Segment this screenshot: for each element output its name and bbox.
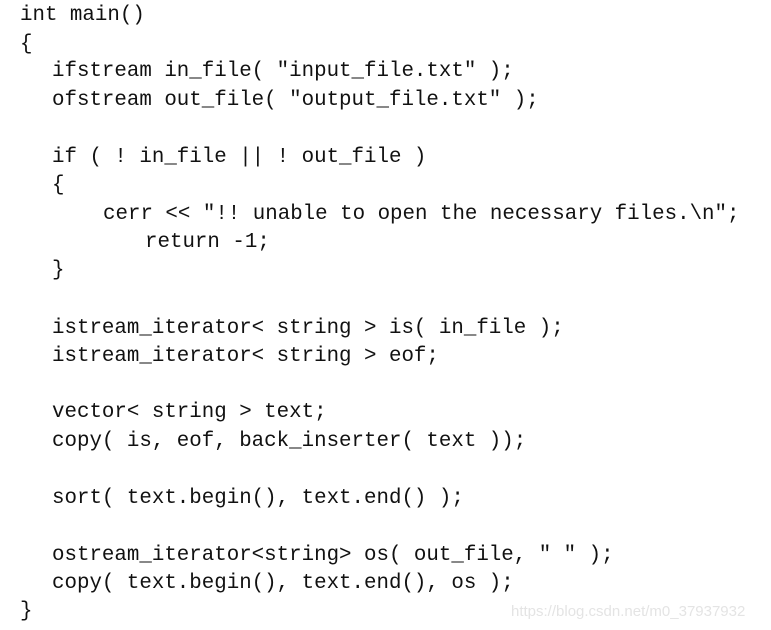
code-line: cerr << "!! unable to open the necessary… (103, 203, 740, 226)
code-line: ostream_iterator<string> os( out_file, "… (52, 544, 614, 567)
watermark: https://blog.csdn.net/m0_37937932 (511, 603, 746, 620)
code-line: if ( ! in_file || ! out_file ) (52, 146, 427, 169)
code-line: return -1; (145, 231, 270, 254)
code-line: copy( text.begin(), text.end(), os ); (52, 572, 514, 595)
code-line: vector< string > text; (52, 401, 327, 424)
code-line: ofstream out_file( "output_file.txt" ); (52, 89, 539, 112)
code-line: } (52, 259, 65, 282)
code-line: } (20, 600, 33, 623)
code-line: { (52, 174, 65, 197)
code-line: copy( is, eof, back_inserter( text )); (52, 430, 527, 453)
code-line: sort( text.begin(), text.end() ); (52, 487, 464, 510)
code-line: istream_iterator< string > eof; (52, 345, 439, 368)
code-line: ifstream in_file( "input_file.txt" ); (52, 60, 514, 83)
code-line: int main() (20, 4, 145, 27)
code-line: istream_iterator< string > is( in_file )… (52, 317, 564, 340)
code-line: { (20, 33, 33, 56)
